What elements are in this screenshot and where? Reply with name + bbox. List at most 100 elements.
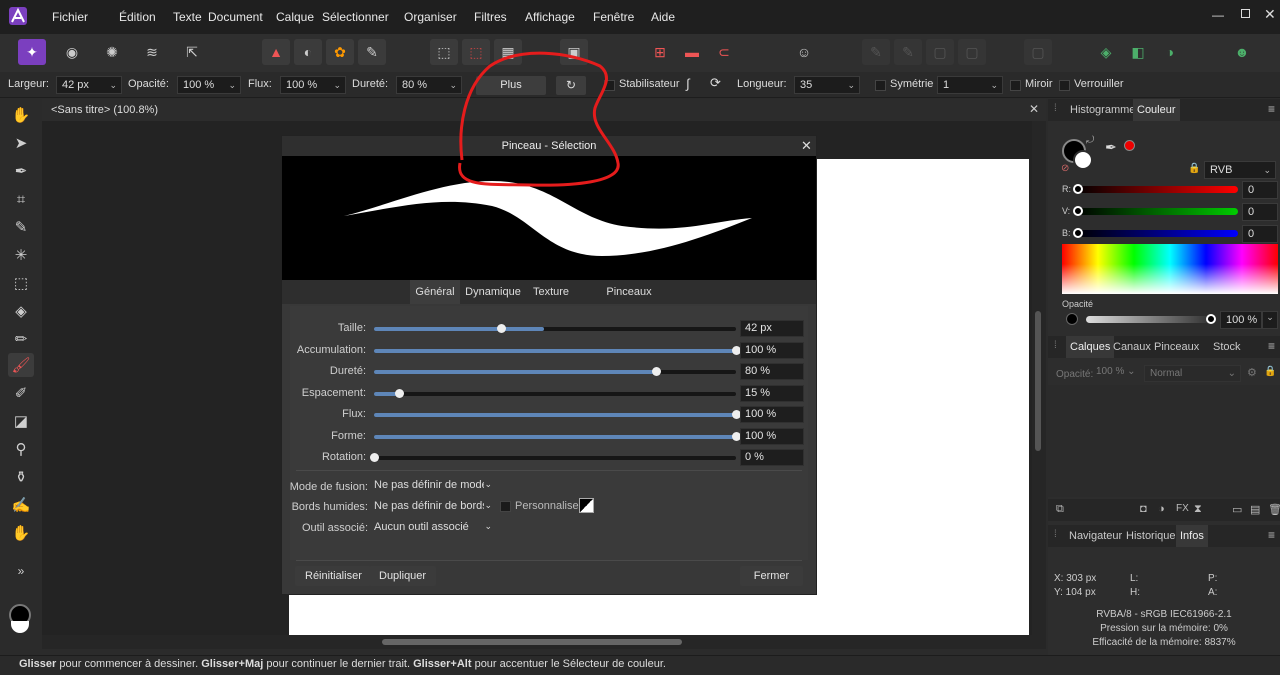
smudge-tool-icon[interactable]: ✋ (8, 521, 34, 545)
pencil-tool-icon[interactable]: ✏ (8, 327, 34, 351)
slider-value-field[interactable]: 100 % (740, 427, 804, 445)
stroke-swatch[interactable] (1073, 150, 1093, 170)
panel-menu-icon[interactable]: ≡ (1268, 528, 1275, 542)
picked-colour-swatch[interactable] (1124, 140, 1135, 151)
no-colour-icon[interactable]: ⊘ (1061, 163, 1069, 174)
menu-item-9[interactable]: Fenêtre (581, 10, 639, 26)
menu-item-2[interactable]: Texte (161, 10, 202, 26)
dialog-tab-0[interactable]: Général (410, 280, 460, 304)
levels-icon[interactable]: ▲ (262, 39, 290, 65)
window-mode-icon[interactable]: ⟳ (710, 75, 721, 91)
dupliquer-button[interactable]: Dupliquer (369, 566, 437, 586)
b-slider[interactable] (1076, 230, 1238, 237)
menu-item-8[interactable]: Affichage (513, 10, 581, 26)
flux-dropdown[interactable]: 100 % ⌄ (280, 76, 346, 94)
tab-histogramme[interactable]: Histogramme (1070, 104, 1135, 116)
layer-mask-icon[interactable]: ◘ (1140, 503, 1147, 515)
disabled-tool-4-icon[interactable]: ▢ (958, 39, 986, 65)
magic-wand-tool-icon[interactable]: ✳ (8, 243, 34, 267)
symetrie-dropdown[interactable]: 1 ⌄ (937, 76, 1003, 94)
slider-knob[interactable] (395, 388, 405, 398)
reinitialiser-button[interactable]: Réinitialiser (295, 566, 372, 586)
layer-live-filter-icon[interactable]: ⧗ (1194, 503, 1202, 516)
rope-mode-icon[interactable]: ∫ (686, 76, 690, 91)
slider-track[interactable] (374, 456, 736, 460)
layer-delete-icon[interactable]: 🗑 (1268, 503, 1280, 516)
persona-export-icon[interactable]: ⇱ (178, 39, 206, 65)
colour-spectrum[interactable] (1062, 244, 1278, 294)
auto-colour-icon[interactable]: ✿ (326, 39, 354, 65)
arrange-other-icon[interactable]: ◑ (1156, 39, 1184, 65)
opacity-slider-knob[interactable] (1206, 314, 1216, 324)
tab-calques[interactable]: Calques (1066, 336, 1115, 358)
align-icon[interactable]: ⊞ (646, 39, 674, 65)
dialog-tab-1[interactable]: Dynamique (460, 280, 526, 304)
document-tab[interactable]: <Sans titre> (100.8%) (51, 104, 158, 116)
slider-value-field[interactable]: 100 % (740, 406, 804, 423)
slider-value-field[interactable]: 15 % (740, 384, 804, 402)
horizontal-scrollbar[interactable] (42, 635, 1046, 649)
secondary-colour-swatch[interactable] (11, 621, 29, 633)
layer-lock-icon[interactable]: 🔒 (1264, 366, 1276, 377)
disabled-tool-2-icon[interactable]: ✎ (894, 39, 922, 65)
marquee-tool-icon[interactable]: ⬚ (8, 271, 34, 295)
slider-value-field[interactable]: 80 % (740, 363, 804, 380)
minimize-button[interactable]: — (1212, 8, 1224, 22)
tab-infos[interactable]: Infos (1176, 525, 1208, 547)
slider-value-field[interactable]: 100 % (740, 341, 804, 359)
close-document-icon[interactable]: ✕ (1029, 102, 1039, 116)
tab-stock[interactable]: Stock (1213, 341, 1241, 353)
eyedropper-icon[interactable]: ✒ (1105, 139, 1117, 156)
b-value-field[interactable]: 0 (1242, 225, 1278, 243)
slider-track[interactable] (374, 391, 736, 396)
slider-knob[interactable] (652, 367, 662, 376)
menu-item-0[interactable]: Fichier (40, 10, 107, 26)
arrange-back-icon[interactable]: ◧ (1124, 39, 1152, 65)
panel-menu-icon[interactable]: ≡ (1268, 339, 1275, 353)
layer-fx-icon[interactable]: FX (1176, 503, 1189, 514)
menu-item-7[interactable]: Filtres (462, 10, 513, 26)
arrange-front-icon[interactable]: ◈ (1092, 39, 1120, 65)
blend-mode-dropdown[interactable]: Normal ⌄ (1144, 365, 1241, 382)
r-slider[interactable] (1076, 186, 1238, 193)
vertical-scrollbar[interactable] (1032, 121, 1046, 635)
hand-tool-icon[interactable]: ✋ (8, 103, 34, 127)
tab-couleur[interactable]: Couleur (1133, 99, 1180, 121)
tab-canaux[interactable]: Canaux (1113, 341, 1151, 353)
slider-value-field[interactable]: 0 % (740, 449, 804, 466)
menu-item-6[interactable]: Organiser (392, 10, 462, 26)
menu-item-10[interactable]: Aide (639, 10, 679, 26)
menu-item-3[interactable]: Document (196, 10, 264, 26)
mode-fusion-dropdown[interactable]: Ne pas définir de mode c ⌄ (374, 479, 492, 495)
v-slider[interactable] (1076, 208, 1238, 215)
dodge-tool-icon[interactable]: ⚲ (8, 437, 34, 461)
disabled-tool-3-icon[interactable]: ▢ (926, 39, 954, 65)
opacite-dropdown[interactable]: 100 % ⌄ (177, 76, 241, 94)
opacity-slider[interactable] (1086, 316, 1210, 323)
disabled-tool-1-icon[interactable]: ✎ (862, 39, 890, 65)
r-slider-knob[interactable] (1073, 184, 1083, 194)
largeur-dropdown[interactable]: 42 px ⌄ (56, 76, 122, 94)
menu-item-1[interactable]: Édition (107, 10, 161, 26)
assistant-icon[interactable]: ☺ (790, 39, 818, 65)
flood-fill-tool-icon[interactable]: ◈ (8, 299, 34, 323)
lock-icon[interactable]: 🔒 (1188, 163, 1200, 174)
clone-tool-icon[interactable]: ⚱ (8, 465, 34, 489)
menu-item-4[interactable]: Calque (264, 10, 314, 26)
snapping-icon[interactable]: ▬ (678, 39, 706, 65)
move-tool-icon[interactable]: ➤ (8, 131, 34, 155)
persona-liquify-icon[interactable]: ◉ (58, 39, 86, 65)
more-tools-icon[interactable]: » (8, 559, 34, 583)
layer-adjustment-icon[interactable]: ◑ (1158, 503, 1165, 515)
auto-contrast-icon[interactable]: ◐ (294, 39, 322, 65)
colour-model-dropdown[interactable]: RVB ⌄ (1204, 161, 1276, 179)
outil-associe-dropdown[interactable]: Aucun outil associé ⌄ (374, 521, 492, 537)
fermer-button[interactable]: Fermer (740, 566, 803, 586)
magnet-icon[interactable]: ⊂ (710, 39, 738, 65)
crop-tool-icon[interactable]: ⌗ (8, 187, 34, 211)
persona-tonemap-icon[interactable]: ≋ (138, 39, 166, 65)
verrouiller-checkbox[interactable] (1059, 80, 1070, 91)
layer-settings-icon[interactable]: ⚙ (1247, 366, 1257, 379)
symetrie-checkbox[interactable] (875, 80, 886, 91)
miroir-checkbox[interactable] (1010, 80, 1021, 91)
